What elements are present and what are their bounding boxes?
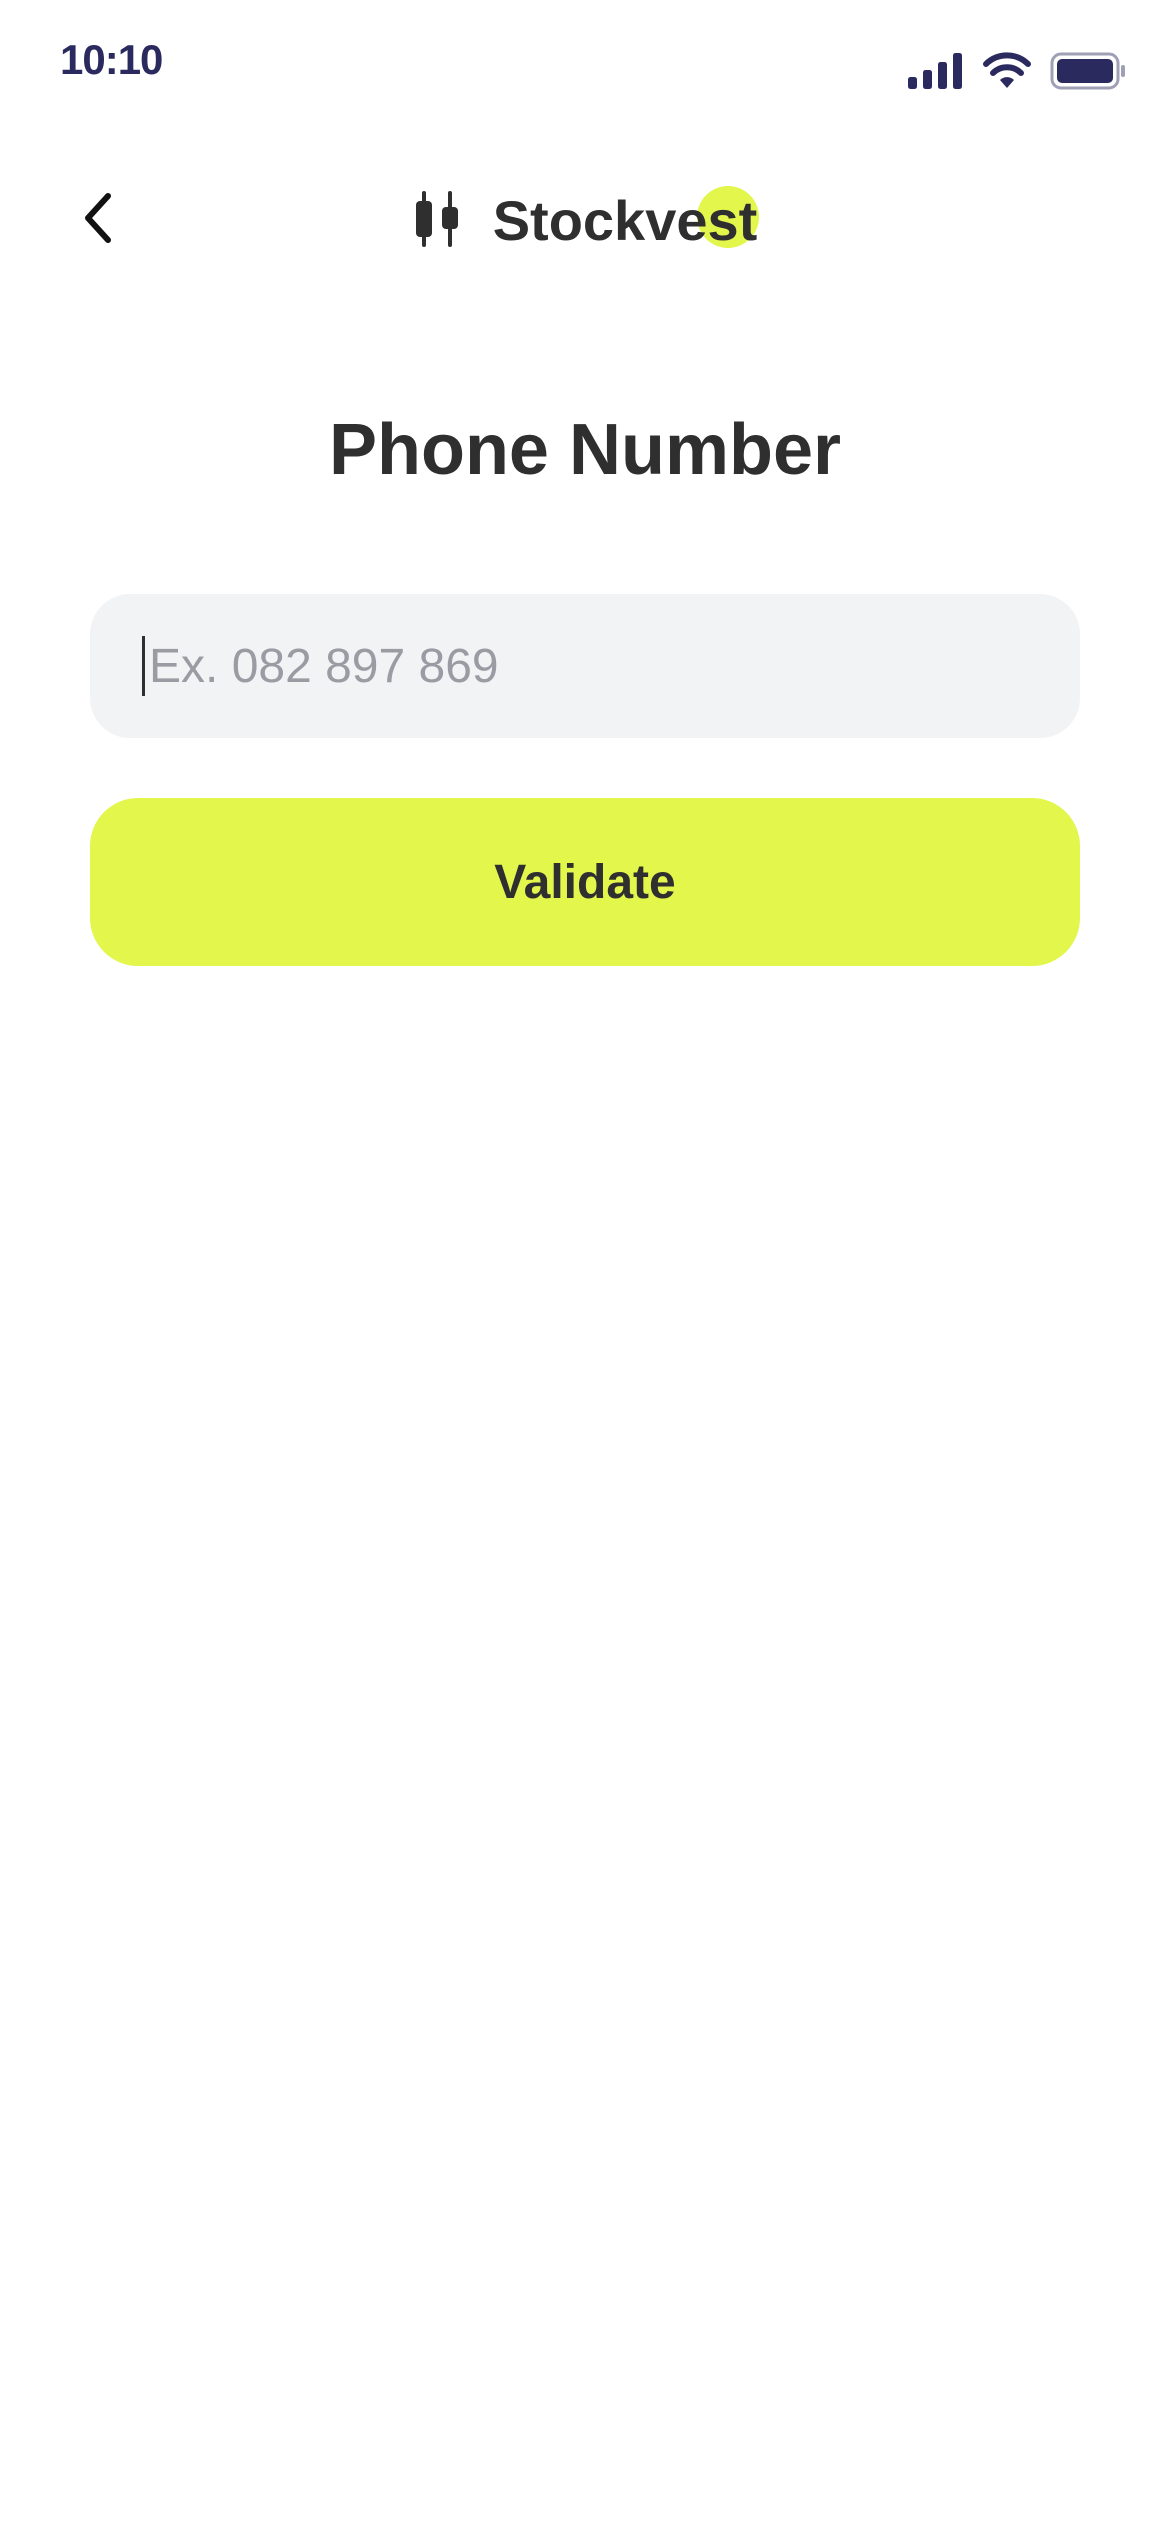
text-caret bbox=[142, 636, 145, 696]
cellular-signal-icon bbox=[908, 53, 964, 89]
phone-number-input[interactable] bbox=[149, 638, 1080, 694]
brand-logo: Stockvest bbox=[0, 178, 1170, 264]
battery-icon bbox=[1050, 52, 1126, 90]
brand-name: Stockvest bbox=[492, 189, 758, 252]
validate-button[interactable]: Validate bbox=[90, 798, 1080, 966]
phone-number-screen: 10:10 Stockvest Phone Number Ex. 082 897… bbox=[0, 0, 1170, 2532]
candlestick-icon bbox=[413, 190, 463, 252]
brand-name-wrap: Stockvest bbox=[492, 178, 760, 264]
wifi-icon bbox=[982, 52, 1032, 90]
status-time: 10:10 bbox=[60, 36, 163, 83]
phone-number-field[interactable] bbox=[90, 594, 1080, 738]
page-title: Phone Number bbox=[328, 410, 842, 490]
status-icons bbox=[908, 46, 1126, 96]
